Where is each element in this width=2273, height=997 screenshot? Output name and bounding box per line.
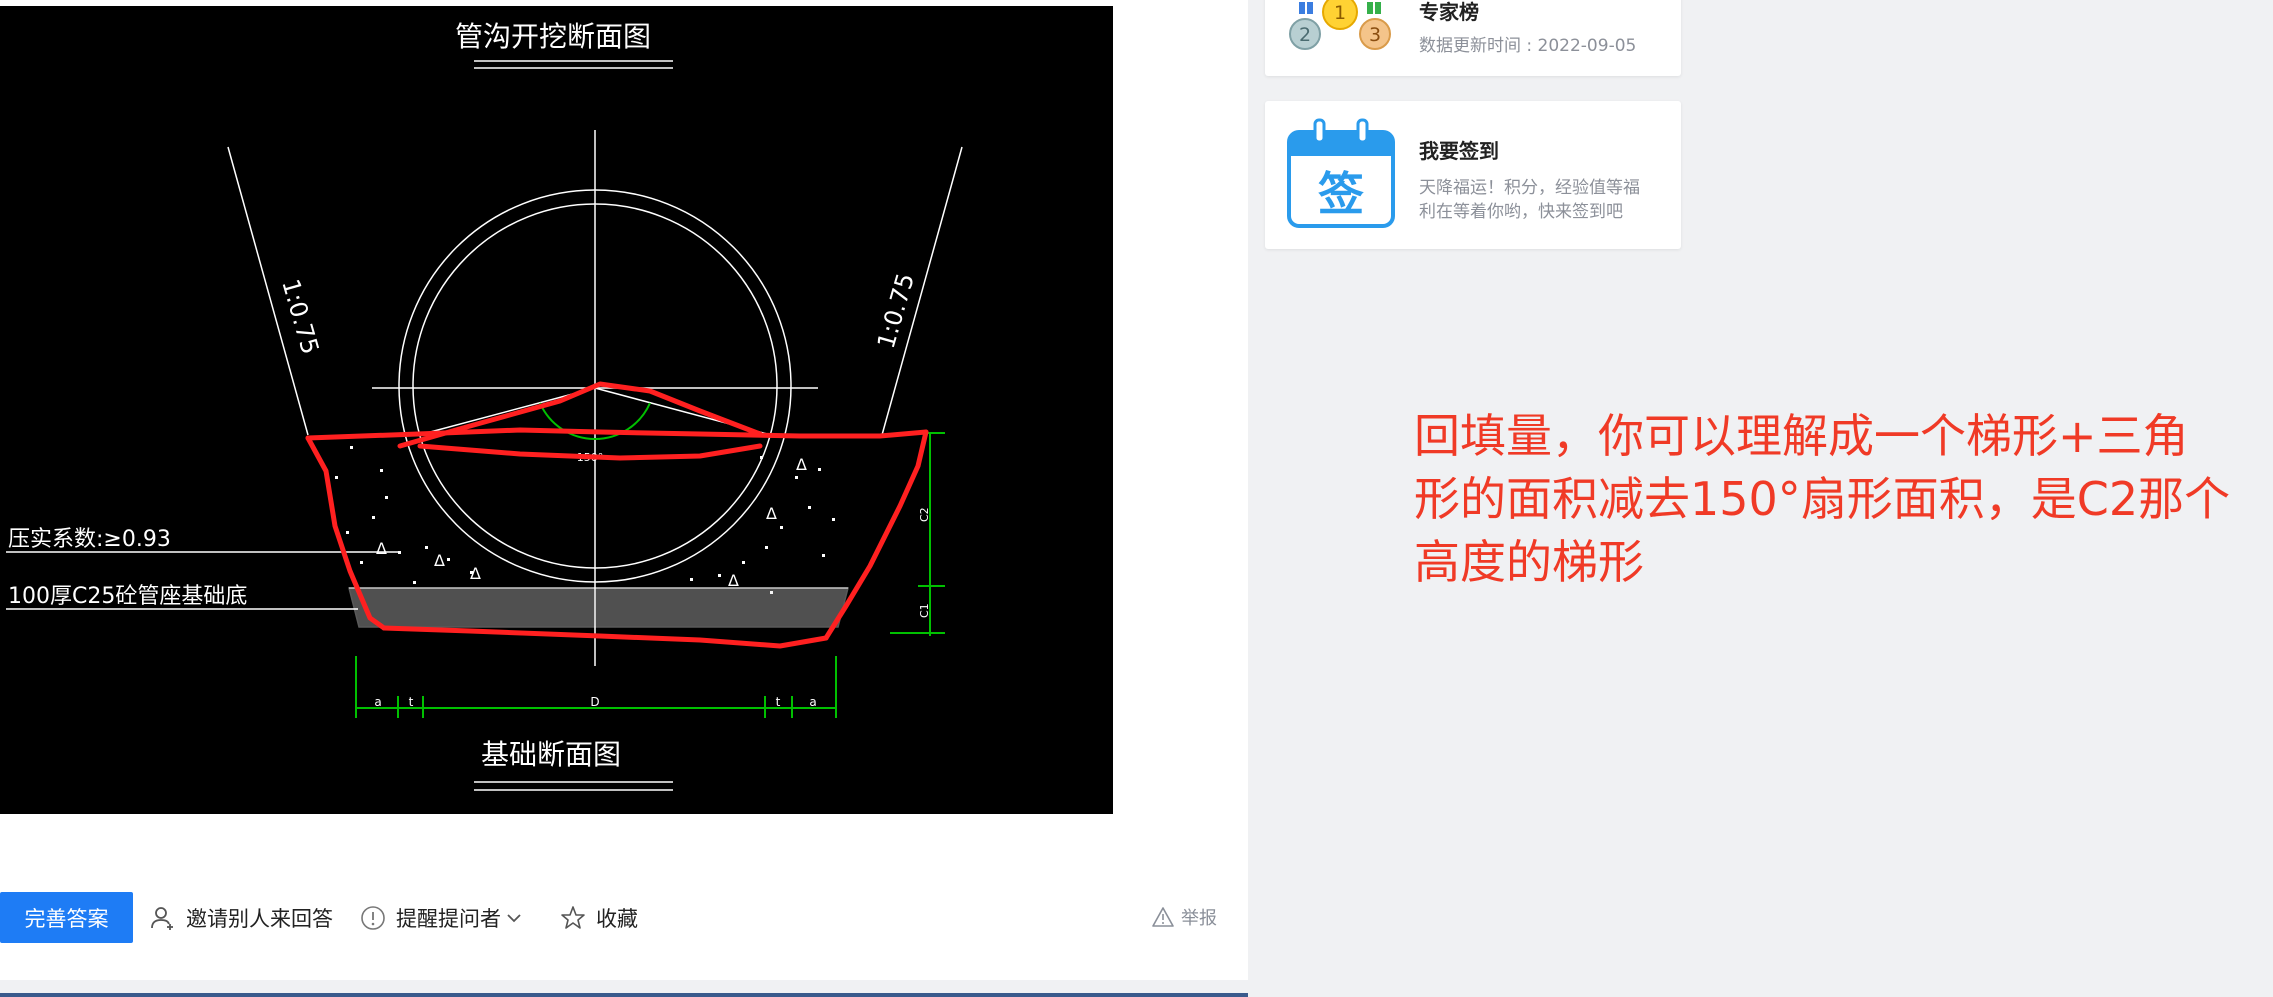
medal-first-number: 1 — [1334, 2, 1346, 24]
calendar-signin-icon: 签 — [1287, 118, 1395, 228]
report-link[interactable]: 举报 — [1151, 902, 1217, 932]
complete-answer-button[interactable]: 完善答案 — [0, 892, 133, 943]
drawing-title-top: 管沟开挖断面图 — [455, 20, 651, 53]
svg-text:Δ: Δ — [796, 455, 807, 474]
signin-desc-line2: 利在等着你哟，快来签到吧 — [1419, 202, 1623, 222]
expert-ranking-title: 专家榜 — [1419, 0, 1479, 24]
slope-label-right: 1:0.75 — [872, 270, 920, 352]
dim-label-a-right: a — [809, 695, 816, 709]
compaction-label: 压实系数:≥0.93 — [8, 527, 171, 552]
dim-label-c2: C2 — [918, 507, 931, 522]
medals-icon: 2 1 3 — [1289, 0, 1391, 50]
answer-panel: 管沟开挖断面图 1:0.75 1:0.75 150° Δ Δ Δ Δ Δ Δ 压… — [0, 0, 1248, 980]
medal-third-number: 3 — [1369, 24, 1381, 46]
expert-ranking-updated: 数据更新时间 : 2022-09-05 — [1419, 36, 1637, 56]
svg-text:Δ: Δ — [766, 504, 777, 523]
svg-text:Δ: Δ — [470, 564, 481, 583]
remind-asker-dropdown[interactable]: 提醒提问者 — [360, 902, 523, 934]
concrete-base — [348, 587, 849, 628]
dim-label-a-left: a — [374, 695, 381, 709]
star-icon — [561, 906, 585, 929]
remind-label: 提醒提问者 — [396, 907, 501, 931]
bottom-edge-bar — [0, 993, 1248, 997]
dimension-lines — [355, 432, 945, 718]
annotation-line-3: 高度的梯形 — [1414, 535, 1644, 589]
report-label: 举报 — [1181, 908, 1217, 929]
favorite-label: 收藏 — [596, 907, 638, 931]
svg-text:Δ: Δ — [728, 571, 739, 590]
warning-icon — [1152, 907, 1174, 927]
invite-answer-button[interactable]: 邀请别人来回答 — [150, 902, 333, 934]
expert-ranking-card[interactable]: 2 1 3 专家榜 数据更新时间 : 2022-09-05 — [1265, 0, 1681, 76]
svg-text:Δ: Δ — [434, 551, 445, 570]
invite-label: 邀请别人来回答 — [186, 907, 333, 931]
base-label: 100厚C25砼管座基础底 — [8, 584, 247, 609]
info-icon — [361, 906, 385, 930]
svg-text:Δ: Δ — [376, 539, 387, 558]
medal-second-number: 2 — [1299, 24, 1311, 46]
chevron-down-icon — [507, 914, 521, 923]
dim-label-t-left: t — [409, 695, 414, 709]
dim-label-d: D — [590, 695, 599, 709]
signin-desc-line1: 天降福运！积分，经验值等福 — [1419, 178, 1640, 198]
cad-drawing-image: 管沟开挖断面图 1:0.75 1:0.75 150° Δ Δ Δ Δ Δ Δ 压… — [0, 6, 1113, 814]
backfill-stipple — [335, 446, 835, 594]
answer-action-bar: 完善答案 邀请别人来回答 提醒提问者 收藏 举报 — [0, 892, 1248, 944]
drawing-title-bottom: 基础断面图 — [481, 738, 621, 771]
user-add-icon — [151, 907, 173, 930]
favorite-button[interactable]: 收藏 — [560, 902, 638, 934]
dim-label-t-right: t — [776, 695, 781, 709]
annotation-line-1: 回填量，你可以理解成一个梯形+三角 — [1414, 409, 2189, 463]
signin-title: 我要签到 — [1419, 139, 1499, 163]
annotation-line-2: 形的面积减去150°扇形面积，是C2那个 — [1414, 472, 2231, 526]
annotation-text: 回填量，你可以理解成一个梯形+三角 形的面积减去150°扇形面积，是C2那个 高… — [1414, 405, 2264, 594]
dim-label-c1: C1 — [918, 603, 931, 618]
signin-icon-char: 签 — [1318, 167, 1364, 221]
signin-card[interactable]: 签 我要签到 天降福运！积分，经验值等福 利在等着你哟，快来签到吧 — [1265, 101, 1681, 249]
